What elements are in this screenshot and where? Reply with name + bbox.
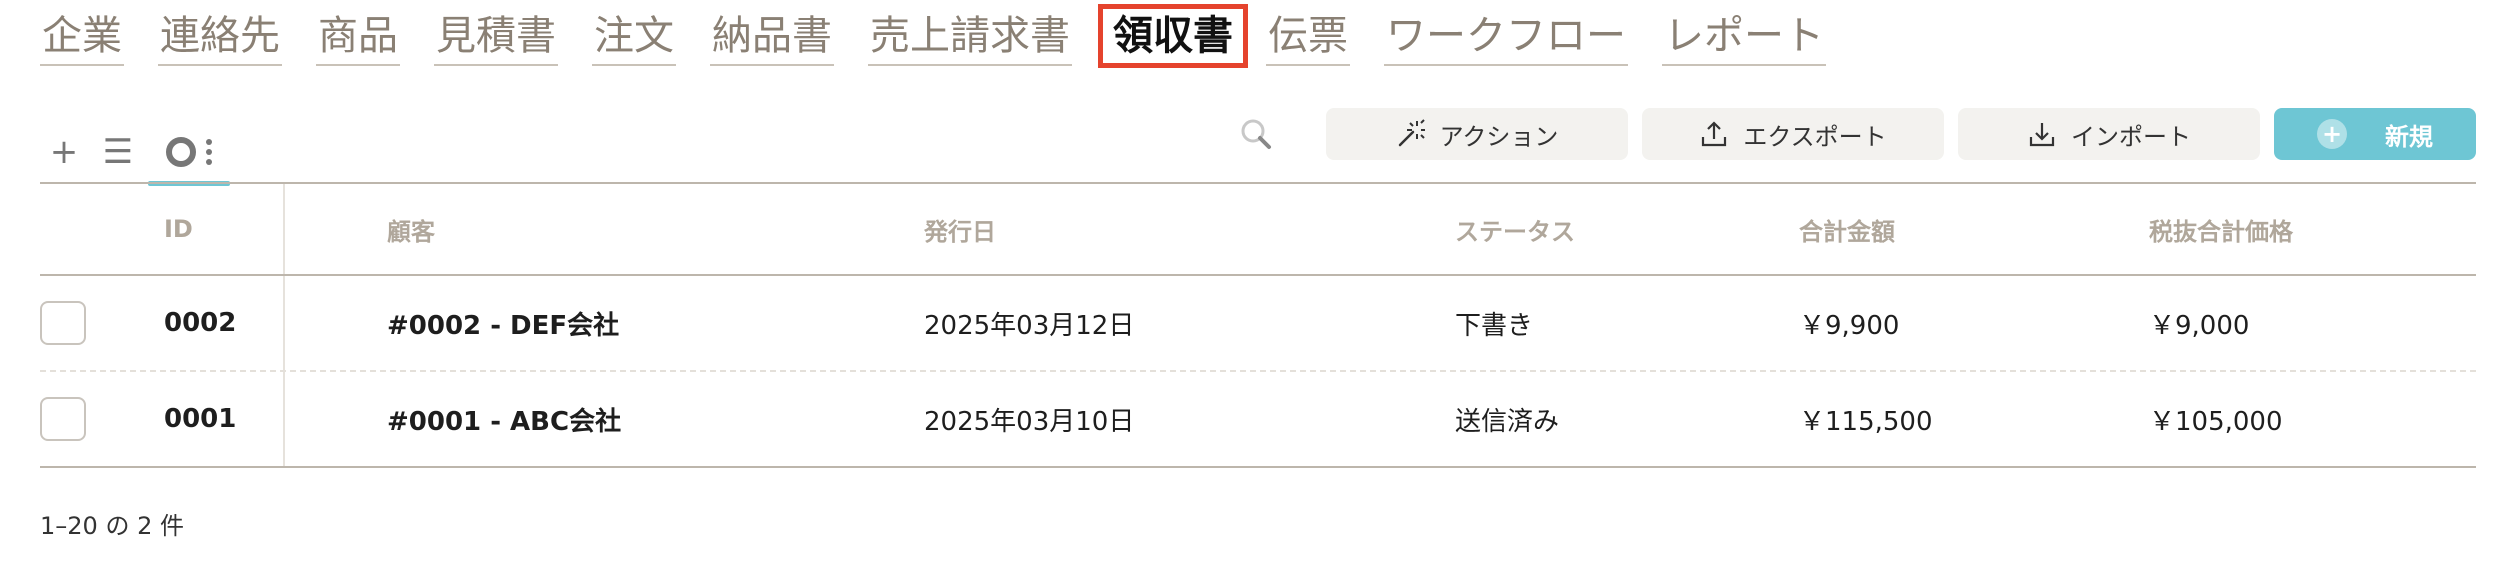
row-net-total: ￥105,000 (2149, 406, 2283, 437)
top-nav: 企業 連絡先 商品 見積書 注文 納品書 売上請求書 領収書 伝票 ワークフロー… (40, 4, 1860, 76)
active-view-tab[interactable] (148, 122, 230, 186)
row-id: 0001 (164, 404, 237, 434)
table-row[interactable]: 0002 #0002 - DEF会社 2025年03月12日 下書き ￥9,90… (40, 276, 2476, 372)
nav-item-contacts[interactable]: 連絡先 (158, 8, 282, 66)
row-customer[interactable]: #0001 - ABC会社 (387, 372, 621, 466)
new-button-label: 新規 (2385, 122, 2433, 151)
circle-icon (166, 137, 196, 167)
nav-item-products[interactable]: 商品 (316, 8, 400, 66)
row-select-cell (40, 276, 88, 370)
row-net-total: ￥9,000 (2149, 310, 2250, 341)
nav-item-workflow[interactable]: ワークフロー (1384, 8, 1628, 66)
import-button-label: インポート (2071, 122, 2191, 151)
column-header-customer[interactable]: 顧客 (387, 184, 435, 274)
nav-item-delivery-notes[interactable]: 納品書 (710, 8, 834, 66)
action-button[interactable]: アクション (1326, 108, 1628, 160)
row-checkbox[interactable] (40, 301, 86, 345)
row-status: 送信済み (1455, 406, 1560, 437)
row-issue-date: 2025年03月12日 (924, 310, 1135, 341)
nav-item-quotes[interactable]: 見積書 (434, 8, 558, 66)
column-header-total[interactable]: 合計金額 (1799, 184, 1895, 274)
row-select-cell (40, 372, 88, 466)
row-issue-date: 2025年03月10日 (924, 406, 1135, 437)
toolbar-actions: アクション エクスポート インポート + 新規 (1230, 108, 2476, 160)
column-header-issue-date[interactable]: 発行日 (924, 184, 996, 274)
action-button-label: アクション (1439, 122, 1559, 151)
import-button[interactable]: インポート (1958, 108, 2260, 160)
nav-item-slips[interactable]: 伝票 (1266, 8, 1350, 66)
magic-wand-icon (1396, 119, 1426, 149)
nav-item-invoices[interactable]: 売上請求書 (868, 8, 1072, 66)
more-vertical-icon[interactable] (206, 139, 212, 165)
new-button[interactable]: + 新規 (2274, 108, 2476, 160)
pagination-summary: 1–20 の 2 件 (40, 512, 184, 540)
row-id: 0002 (164, 308, 237, 338)
nav-item-reports[interactable]: レポート (1662, 8, 1826, 66)
row-total: ￥115,500 (1799, 406, 1933, 437)
receipts-table: ID 顧客 発行日 ステータス 合計金額 税抜合計価格 0002 #0002 -… (40, 182, 2476, 468)
upload-icon (1699, 119, 1729, 149)
row-status: 下書き (1455, 310, 1534, 341)
nav-item-orders[interactable]: 注文 (592, 8, 676, 66)
list-icon: ☰ (102, 132, 134, 172)
row-checkbox[interactable] (40, 397, 86, 441)
table-row[interactable]: 0001 #0001 - ABC会社 2025年03月10日 送信済み ￥115… (40, 372, 2476, 468)
search-icon (1241, 119, 1271, 149)
add-view-button[interactable]: + (40, 122, 88, 182)
nav-item-companies[interactable]: 企業 (40, 8, 124, 66)
table-header: ID 顧客 発行日 ステータス 合計金額 税抜合計価格 (40, 184, 2476, 276)
plus-circle-icon: + (2317, 119, 2347, 149)
nav-item-receipts[interactable]: 領収書 (1098, 4, 1248, 68)
list-view-button[interactable]: ☰ (94, 122, 142, 182)
export-button[interactable]: エクスポート (1642, 108, 1944, 160)
view-tools: + ☰ (40, 112, 236, 186)
row-total: ￥9,900 (1799, 310, 1900, 341)
search-button[interactable] (1230, 108, 1282, 160)
column-header-status[interactable]: ステータス (1455, 184, 1575, 274)
export-button-label: エクスポート (1743, 122, 1887, 151)
column-header-id[interactable]: ID (164, 184, 193, 274)
column-header-net-total[interactable]: 税抜合計価格 (2149, 184, 2293, 274)
download-icon (2027, 119, 2057, 149)
row-customer[interactable]: #0002 - DEF会社 (387, 276, 619, 370)
plus-icon: + (49, 132, 79, 172)
